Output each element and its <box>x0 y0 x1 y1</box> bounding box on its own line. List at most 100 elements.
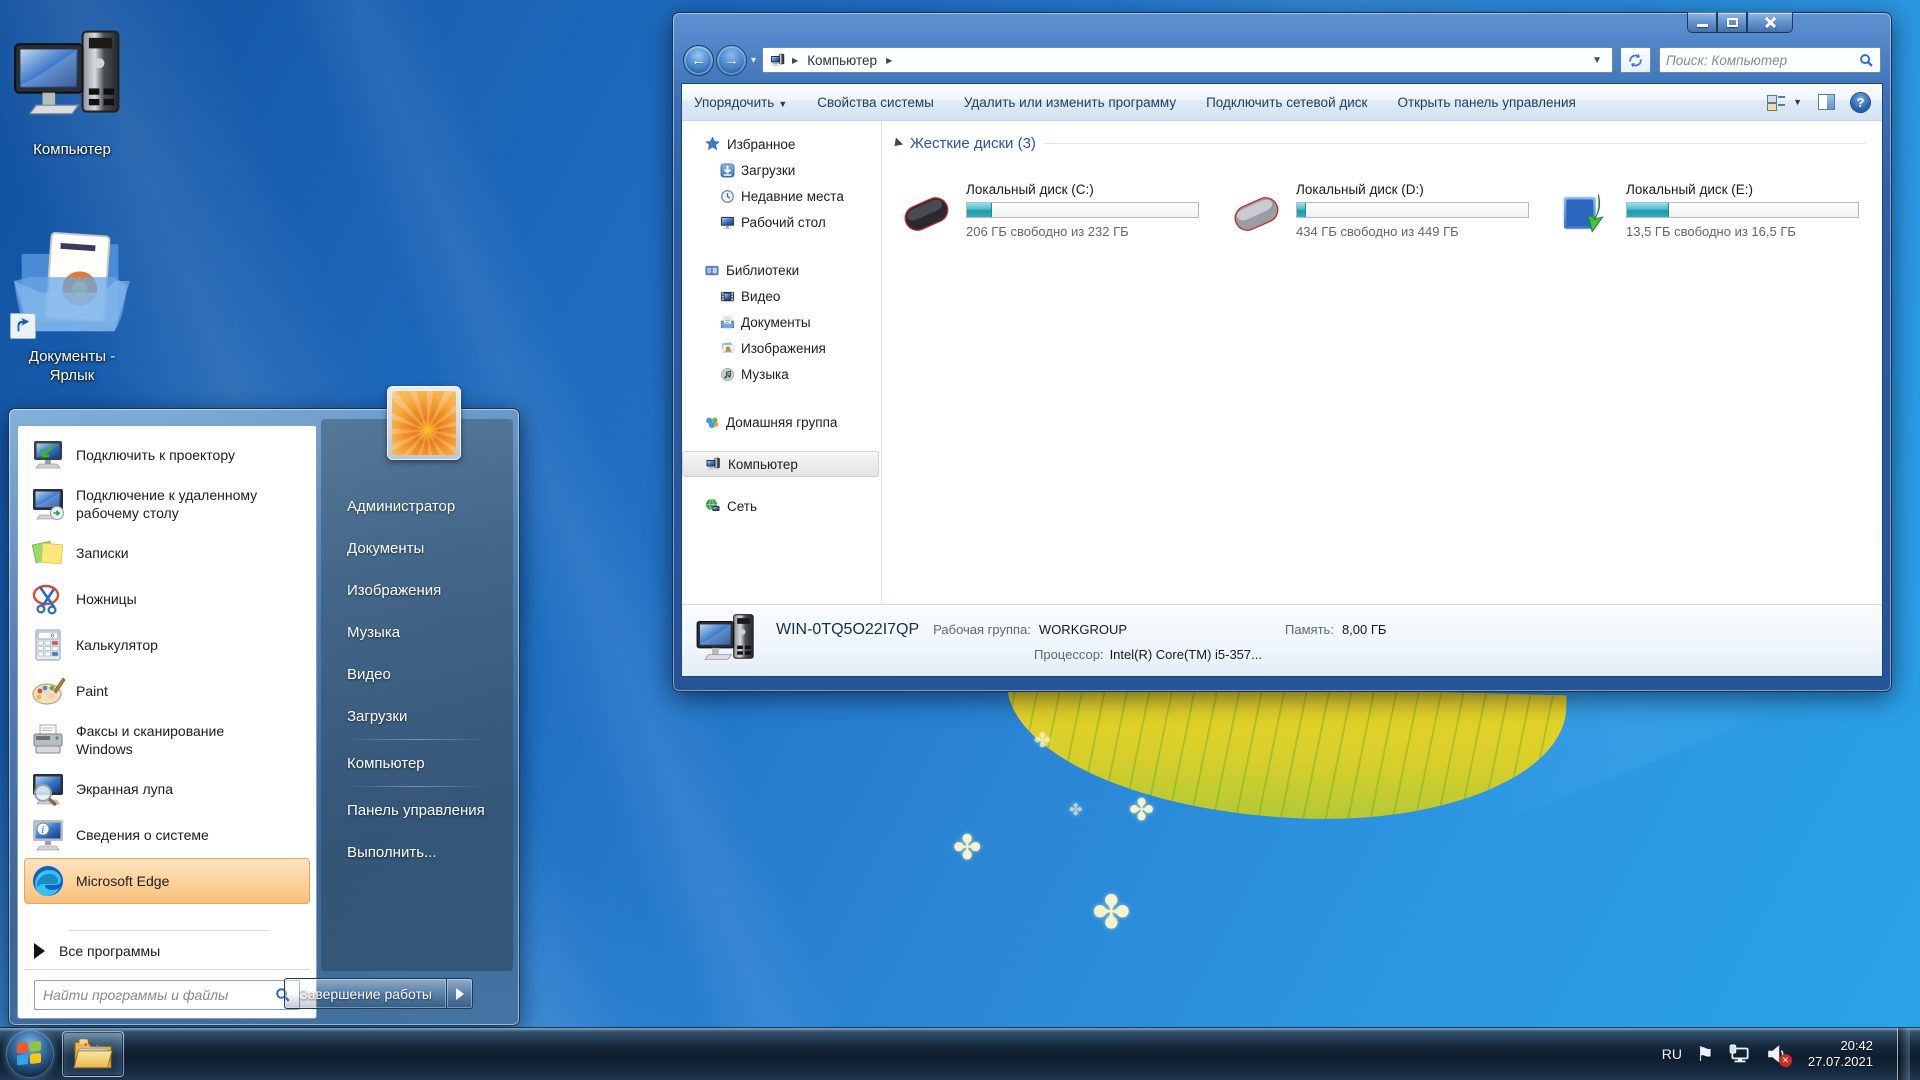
start-link-user[interactable]: Администратор <box>321 485 513 527</box>
breadcrumb-computer[interactable]: Компьютер <box>803 53 881 68</box>
address-dropdown-icon[interactable]: ▼ <box>1584 55 1610 66</box>
start-button[interactable] <box>6 1030 54 1078</box>
sidebar-item-homegroup[interactable]: Домашняя группа <box>682 409 881 435</box>
cpu-value: Intel(R) Core(TM) i5-357... <box>1110 645 1262 662</box>
show-desktop-button[interactable] <box>1897 1028 1910 1080</box>
start-menu-programs-panel: Подключить к проектору Подключение к уда… <box>17 425 317 1019</box>
uninstall-program-button[interactable]: Удалить или изменить программу <box>964 95 1176 110</box>
change-view-button[interactable]: ▼ <box>1767 94 1802 110</box>
start-link-control-panel[interactable]: Панель управления <box>321 789 513 831</box>
breadcrumb-arrow-icon[interactable]: ▶ <box>792 56 798 65</box>
program-fax-scan[interactable]: Факсы и сканирование Windows <box>24 714 310 766</box>
help-button[interactable]: ? <box>1851 93 1870 112</box>
edge-icon <box>30 863 66 899</box>
forward-button[interactable]: → <box>716 45 747 76</box>
all-programs-button[interactable]: Все программы <box>24 935 310 967</box>
start-search-box[interactable] <box>34 980 300 1010</box>
start-link-documents[interactable]: Документы <box>321 527 513 569</box>
refresh-button[interactable] <box>1621 47 1651 73</box>
computer-small-icon <box>705 456 722 472</box>
drive-d-icon <box>1224 178 1288 248</box>
taskbar-clock[interactable]: 20:42 27.07.2021 <box>1802 1038 1879 1070</box>
documents-library-icon <box>720 315 735 330</box>
shutdown-button[interactable]: Завершение работы <box>284 978 447 1009</box>
program-sticky-notes[interactable]: Записки <box>24 530 310 576</box>
sidebar-item-favorites[interactable]: Избранное <box>682 131 881 157</box>
program-system-info[interactable]: Сведения о системе <box>24 812 310 858</box>
right-arrow-icon <box>456 988 464 1000</box>
system-properties-button[interactable]: Свойства системы <box>817 95 934 110</box>
program-magnifier[interactable]: Экранная лупа <box>24 766 310 812</box>
sidebar-item-libraries[interactable]: Библиотеки <box>682 257 881 283</box>
sidebar-item-desktop[interactable]: Рабочий стол <box>682 209 881 235</box>
address-bar[interactable]: ▶ Компьютер ▶ ▼ <box>762 47 1613 73</box>
sidebar-item-computer[interactable]: Компьютер <box>682 451 879 477</box>
map-network-drive-button[interactable]: Подключить сетевой диск <box>1206 95 1367 110</box>
drive-tile-c[interactable]: Локальный диск (C:) 206 ГБ свободно из 2… <box>894 178 1212 248</box>
breadcrumb-arrow-icon[interactable]: ▶ <box>886 56 892 65</box>
memory-label: Память: <box>1285 620 1334 637</box>
start-search-input[interactable] <box>43 987 275 1003</box>
user-avatar[interactable] <box>387 386 461 460</box>
start-link-video[interactable]: Видео <box>321 653 513 695</box>
start-link-pictures[interactable]: Изображения <box>321 569 513 611</box>
sidebar-item-documents[interactable]: Документы <box>682 309 881 335</box>
close-button[interactable] <box>1747 12 1793 33</box>
desktop-icon-computer[interactable]: Компьютер <box>2 14 142 159</box>
program-calculator[interactable]: Калькулятор <box>24 622 310 668</box>
volume-muted-icon[interactable]: ✕ <box>1766 1044 1788 1064</box>
maximize-icon <box>1727 18 1738 27</box>
close-icon <box>1764 16 1776 28</box>
organize-menu[interactable]: Упорядочить▼ <box>694 95 787 110</box>
desktop-icon-documents-shortcut[interactable]: Документы - Ярлык <box>2 221 142 385</box>
drive-usage-bar <box>1626 202 1859 218</box>
group-header-hard-disks[interactable]: Жесткие диски (3) <box>892 135 1872 152</box>
start-link-run[interactable]: Выполнить... <box>321 831 513 873</box>
back-button[interactable]: ← <box>683 45 714 76</box>
history-dropdown-icon[interactable]: ▾ <box>751 55 756 66</box>
program-snipping-tool[interactable]: Ножницы <box>24 576 310 622</box>
screen-magnifier-icon <box>30 771 66 807</box>
right-arrow-icon <box>34 943 45 959</box>
pictures-library-icon <box>720 341 735 356</box>
minimize-button[interactable] <box>1687 12 1717 33</box>
network-tray-icon[interactable] <box>1728 1044 1752 1064</box>
clock-time: 20:42 <box>1808 1038 1873 1054</box>
preview-pane-button[interactable] <box>1818 94 1835 110</box>
command-bar: Упорядочить▼ Свойства системы Удалить ил… <box>682 84 1882 121</box>
program-paint[interactable]: Paint <box>24 668 310 714</box>
program-connect-projector[interactable]: Подключить к проектору <box>24 432 310 478</box>
search-icon[interactable] <box>1859 53 1874 68</box>
taskbar-explorer-button[interactable] <box>62 1031 124 1077</box>
sidebar-item-pictures[interactable]: Изображения <box>682 335 881 361</box>
sidebar-item-downloads[interactable]: Загрузки <box>682 157 881 183</box>
titlebar[interactable] <box>681 13 1883 43</box>
language-indicator[interactable]: RU <box>1662 1046 1682 1062</box>
program-remote-desktop[interactable]: Подключение к удаленному рабочему столу <box>24 478 310 530</box>
explorer-window: ← → ▾ ▶ Компьютер ▶ ▼ <box>672 12 1892 692</box>
sidebar-item-recent-places[interactable]: Недавние места <box>682 183 881 209</box>
maximize-button[interactable] <box>1717 12 1747 33</box>
shutdown-options-button[interactable] <box>447 978 473 1009</box>
search-input[interactable] <box>1666 53 1859 68</box>
start-link-music[interactable]: Музыка <box>321 611 513 653</box>
sidebar-item-music[interactable]: Музыка <box>682 361 881 387</box>
drive-tile-d[interactable]: Локальный диск (D:) 434 ГБ свободно из 4… <box>1224 178 1542 248</box>
desktop-icon <box>720 215 735 230</box>
start-link-computer[interactable]: Компьютер <box>321 742 513 784</box>
program-microsoft-edge[interactable]: Microsoft Edge <box>24 858 310 904</box>
search-box[interactable] <box>1659 47 1881 73</box>
start-link-downloads[interactable]: Загрузки <box>321 695 513 737</box>
collapse-triangle-icon[interactable] <box>891 137 903 149</box>
documents-folder-icon <box>2 221 142 339</box>
drive-tile-e[interactable]: Локальный диск (E:) 13,5 ГБ свободно из … <box>1554 178 1872 248</box>
sidebar-item-network[interactable]: Сеть <box>682 493 881 519</box>
computer-name: WIN-0TQ5O22I7QP <box>776 621 919 639</box>
homegroup-icon <box>704 415 720 430</box>
start-menu-links-panel: Администратор Документы Изображения Музы… <box>321 419 513 971</box>
action-center-flag-icon[interactable]: ⚑ <box>1696 1042 1714 1067</box>
open-control-panel-button[interactable]: Открыть панель управления <box>1397 95 1575 110</box>
shortcut-arrow-icon <box>10 313 36 339</box>
sidebar-item-video[interactable]: Видео <box>682 283 881 309</box>
drive-name: Локальный диск (D:) <box>1296 182 1542 197</box>
